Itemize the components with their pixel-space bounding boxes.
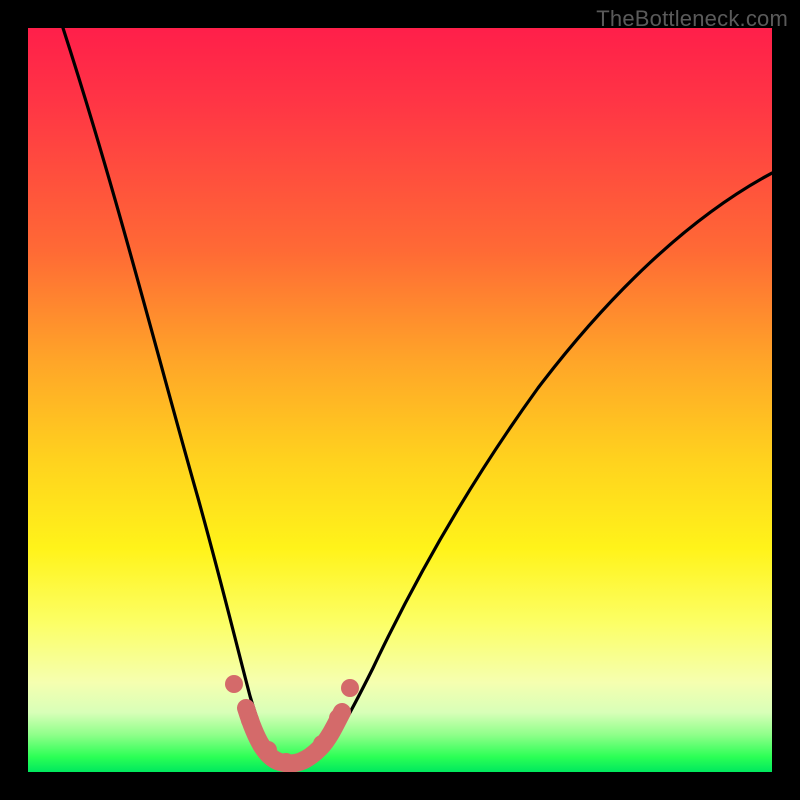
marker-dot [225, 675, 243, 693]
plot-area [28, 28, 772, 772]
bottleneck-curve [28, 28, 772, 772]
marker-dot [277, 753, 295, 771]
marker-dot [295, 751, 313, 769]
highlight-segment [246, 708, 342, 763]
marker-dot [329, 709, 347, 727]
chart-frame: TheBottleneck.com [0, 0, 800, 800]
marker-dot [341, 679, 359, 697]
curve-path [63, 28, 772, 764]
marker-dot [313, 735, 331, 753]
marker-dot [259, 741, 277, 759]
marker-dot [241, 711, 259, 729]
watermark-text: TheBottleneck.com [596, 6, 788, 32]
